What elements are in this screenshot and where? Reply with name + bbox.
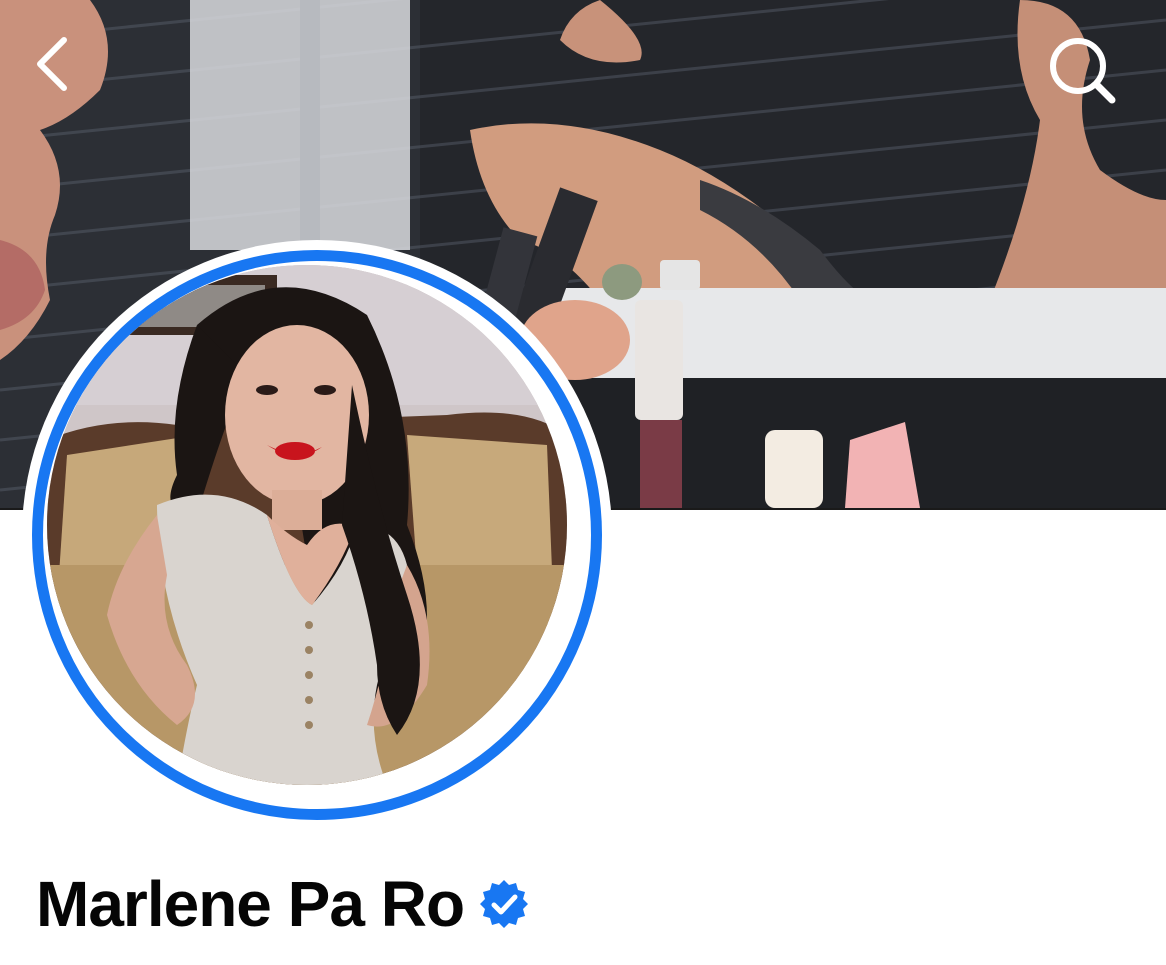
profile-name: Marlene Pa Ro bbox=[36, 868, 465, 940]
avatar-image bbox=[47, 265, 567, 785]
profile-page: Marlene Pa Ro bbox=[0, 0, 1166, 965]
chevron-left-icon bbox=[37, 37, 67, 91]
back-button[interactable] bbox=[32, 34, 104, 106]
search-button[interactable] bbox=[1046, 34, 1118, 106]
search-icon bbox=[1050, 38, 1116, 104]
profile-picture[interactable] bbox=[22, 240, 612, 830]
verified-badge-icon bbox=[478, 878, 530, 930]
profile-name-row: Marlene Pa Ro bbox=[36, 862, 530, 946]
avatar bbox=[47, 265, 567, 785]
